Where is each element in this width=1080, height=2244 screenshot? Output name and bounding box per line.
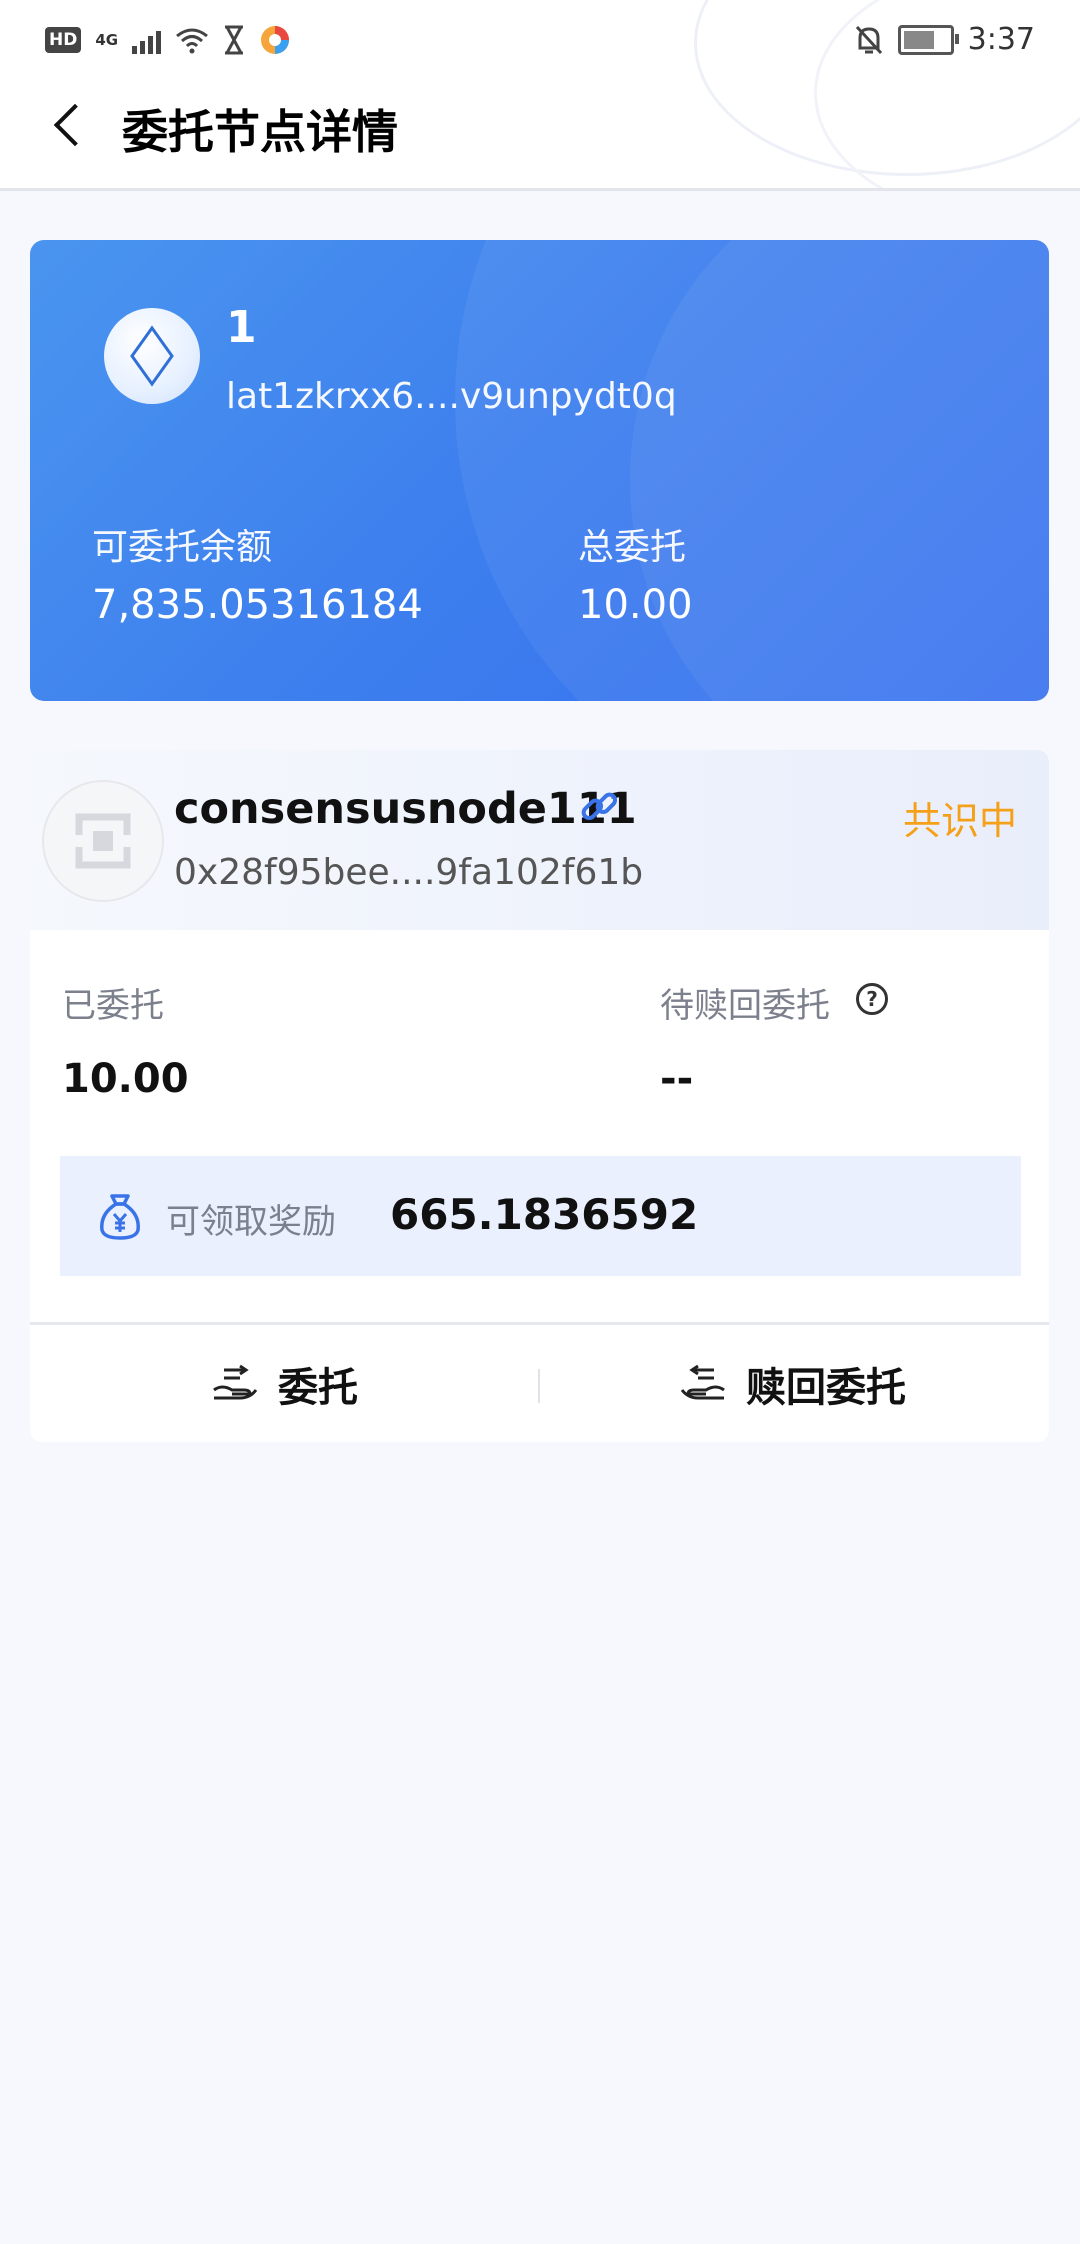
top-bar: HD 4G 3:37 委托节点详情 [0,0,1080,191]
bell-off-icon [855,25,882,54]
money-bag-icon [100,1194,140,1240]
reward-value: 665.1836592 [390,1190,699,1239]
delegated-value: 10.00 [62,1056,189,1102]
node-name: consensusnode111 [174,784,637,834]
wallet-avatar [104,308,200,404]
action-divider [538,1369,540,1403]
node-header[interactable]: consensusnode111 0x28f95bee....9fa102f61… [30,750,1049,930]
delegate-label: 委托 [278,1364,358,1411]
reward-panel: 可领取奖励 665.1836592 [60,1156,1021,1276]
node-avatar [42,780,164,902]
withdraw-delegation-label: 赎回委托 [746,1364,906,1411]
navigation-bar: 委托节点详情 [0,88,1080,168]
wifi-icon [176,28,209,54]
node-logo-icon [73,813,133,869]
delegated-label: 已委托 [62,986,164,1026]
status-badge: 共识中 [902,799,1017,843]
back-arrow-icon[interactable] [53,103,97,147]
page-title: 委托节点详情 [122,105,398,159]
diamond-icon [130,325,174,387]
signal-4g-label: 4G [95,31,119,49]
available-balance-label: 可委托余额 [92,527,273,568]
total-delegation-label: 总委托 [578,527,687,568]
withdraw-hand-icon [680,1364,725,1399]
node-card: consensusnode111 0x28f95bee....9fa102f61… [30,750,1049,1442]
wallet-name: 1 [226,302,257,353]
withdraw-delegation-button[interactable]: 赎回委托 [678,1325,906,1442]
available-balance-value: 7,835.05316184 [92,582,423,628]
wallet-card: 1 lat1zkrxx6....v9unpydt0q 可委托余额 7,835.0… [30,240,1049,701]
pending-withdraw-value: -- [660,1056,694,1102]
reward-label: 可领取奖励 [166,1202,336,1242]
action-bar: 委托 赎回委托 [30,1325,1049,1442]
delegate-button[interactable]: 委托 [210,1325,358,1442]
signal-icon [132,26,162,54]
status-bar: HD 4G 3:37 [0,18,1080,68]
total-delegation-value: 10.00 [578,582,693,628]
link-icon[interactable] [578,786,620,828]
battery-icon [897,24,959,55]
help-icon[interactable]: ? [856,983,888,1015]
node-address: 0x28f95bee....9fa102f61b [174,852,644,893]
clock-time: 3:37 [967,22,1035,57]
pending-withdraw-label: 待赎回委托 [660,986,830,1026]
delegate-hand-icon [213,1364,258,1399]
app-color-icon [261,26,290,54]
hd-icon: HD [45,27,82,53]
wallet-address: lat1zkrxx6....v9unpydt0q [226,376,677,417]
hourglass-icon [225,25,244,55]
